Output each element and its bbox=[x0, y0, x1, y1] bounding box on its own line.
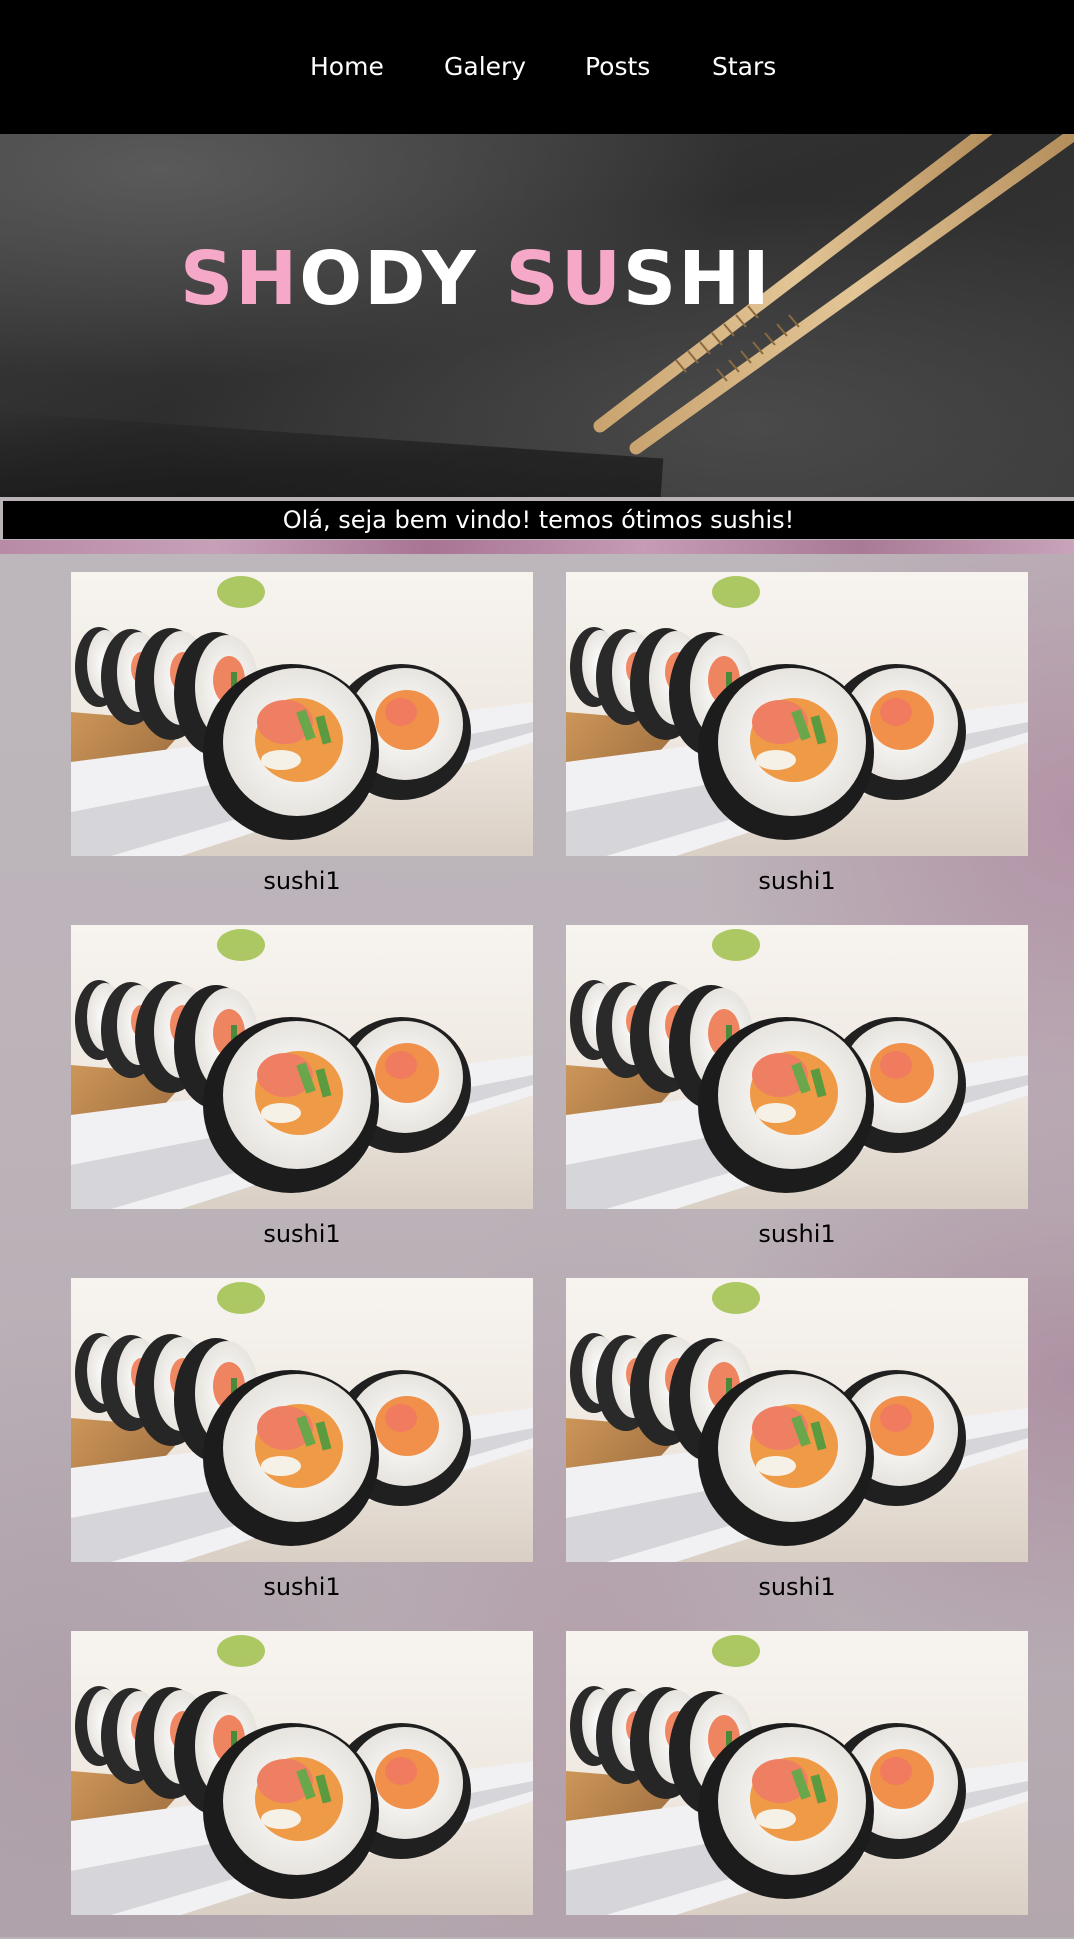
nav-item-stars[interactable]: Stars bbox=[712, 50, 776, 84]
gallery-caption: sushi1 bbox=[758, 1573, 836, 1601]
gallery-caption: sushi1 bbox=[263, 1573, 341, 1601]
brand-title-part: ODY bbox=[299, 236, 506, 322]
sushi-photo bbox=[71, 572, 533, 856]
gallery-caption: sushi1 bbox=[263, 1220, 341, 1248]
gallery-card[interactable]: sushi1 bbox=[71, 925, 533, 1248]
nav-item-galery[interactable]: Galery bbox=[444, 50, 526, 84]
gallery-caption: sushi1 bbox=[758, 867, 836, 895]
gallery-card[interactable] bbox=[566, 1631, 1028, 1939]
gallery-caption: sushi1 bbox=[758, 1220, 836, 1248]
nav-item-posts[interactable]: Posts bbox=[585, 50, 650, 84]
sushi-photo bbox=[71, 1631, 533, 1915]
sushi-photo bbox=[566, 925, 1028, 1209]
brand-title-part: SHI bbox=[622, 236, 772, 322]
brand-title-part: SH bbox=[180, 236, 300, 322]
brand-title: SHODY SUSHI bbox=[180, 242, 772, 316]
gallery-card[interactable] bbox=[71, 1631, 533, 1939]
hero-banner: SHODY SUSHI bbox=[0, 134, 1074, 497]
nav-item-home[interactable]: Home bbox=[310, 50, 384, 84]
gallery-card[interactable]: sushi1 bbox=[566, 1278, 1028, 1601]
gallery-card[interactable]: sushi1 bbox=[71, 572, 533, 895]
blossom-strip bbox=[0, 540, 1074, 554]
brand-title-part: SU bbox=[505, 236, 623, 322]
gallery-card[interactable]: sushi1 bbox=[71, 1278, 533, 1601]
sushi-photo bbox=[566, 572, 1028, 856]
welcome-banner: Olá, seja bem vindo! temos ótimos sushis… bbox=[3, 501, 1074, 539]
gallery-card[interactable]: sushi1 bbox=[566, 925, 1028, 1248]
top-nav: Home Galery Posts Stars bbox=[0, 0, 1074, 134]
sushi-photo bbox=[566, 1278, 1028, 1562]
gallery-card[interactable]: sushi1 bbox=[566, 572, 1028, 895]
sushi-photo bbox=[71, 1278, 533, 1562]
sushi-photo bbox=[566, 1631, 1028, 1915]
gallery-caption: sushi1 bbox=[263, 867, 341, 895]
sushi-photo bbox=[71, 925, 533, 1209]
